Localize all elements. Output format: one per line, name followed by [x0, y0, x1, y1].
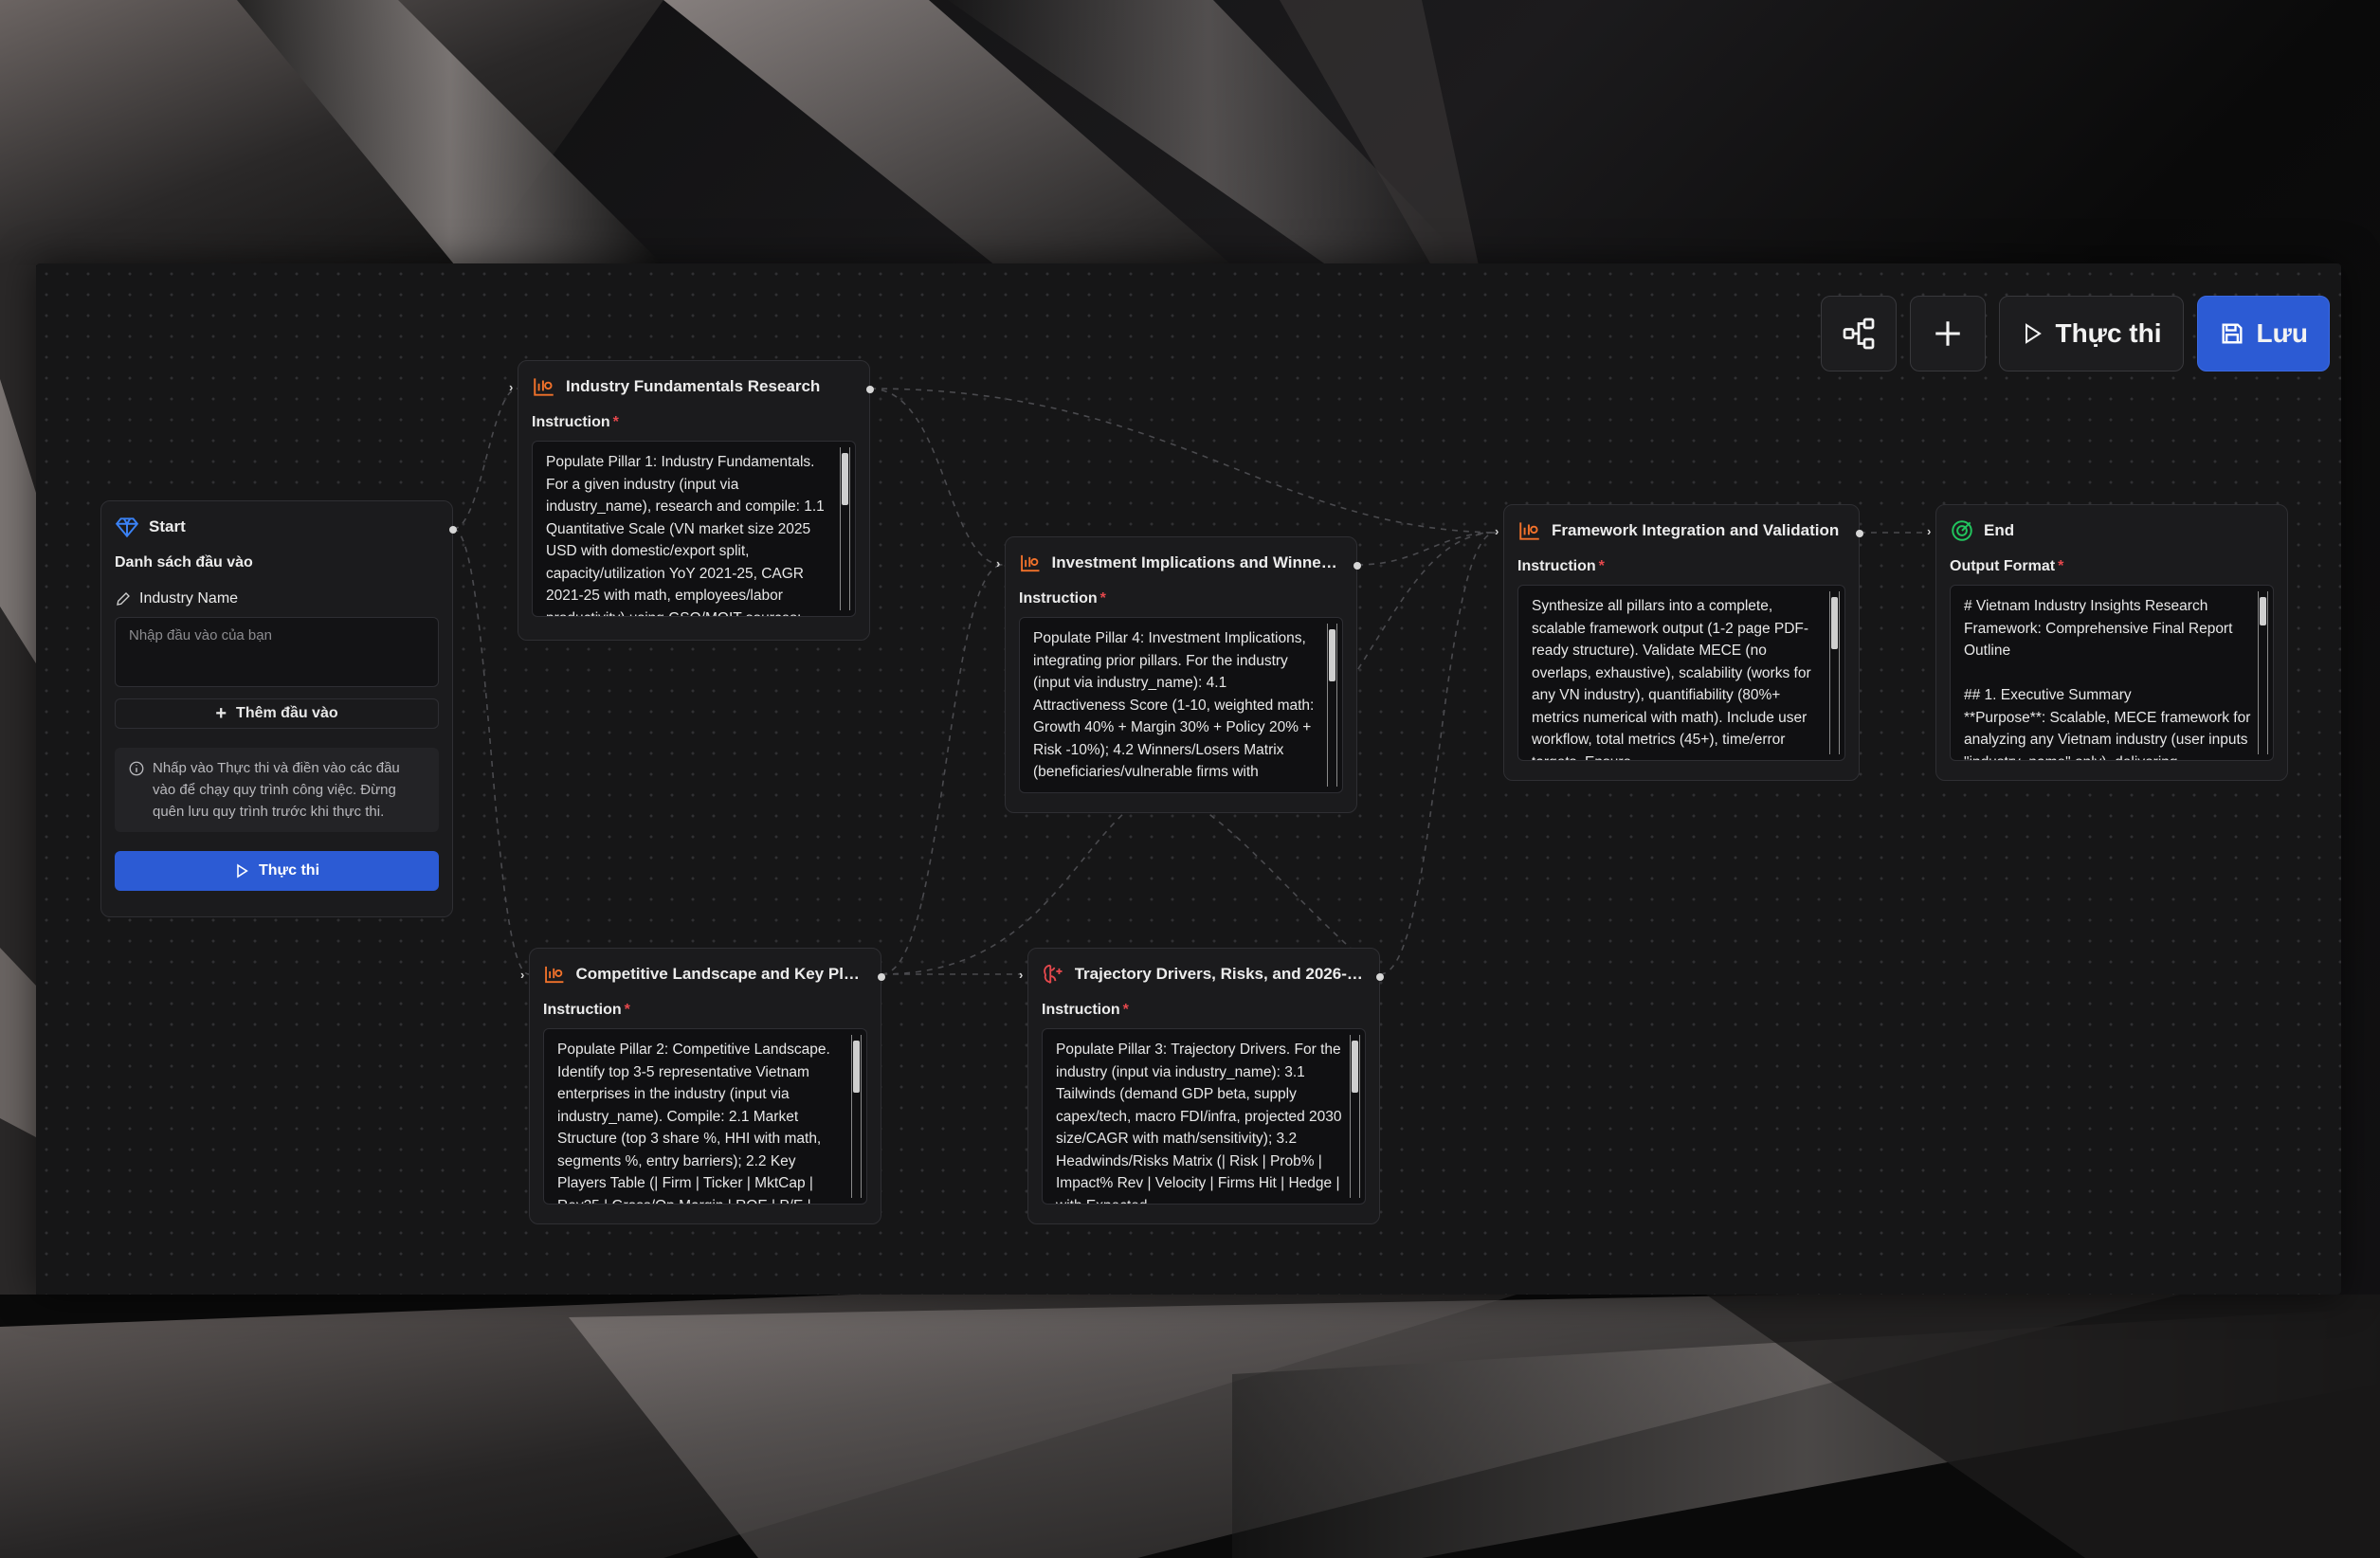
layout-tree-icon — [1844, 317, 1875, 350]
pencil-icon — [117, 592, 130, 606]
target-icon — [1952, 520, 1972, 541]
run-workflow-button[interactable]: Thực thi — [1999, 296, 2184, 371]
input-handle[interactable]: › — [1927, 524, 1931, 538]
scrollbar[interactable] — [2258, 591, 2268, 754]
node-industry-fundamentals[interactable]: Industry Fundamentals Research Instructi… — [509, 360, 874, 641]
instruction-textarea[interactable]: Populate Pillar 1: Industry Fundamentals… — [532, 441, 856, 617]
node-title: Framework Integration and Validation — [1552, 521, 1840, 539]
start-output-handle[interactable] — [449, 526, 457, 534]
brain-icon — [1044, 964, 1063, 984]
edge-fundamentals-investment — [869, 388, 1004, 566]
canvas-toolbar: Thực thi Lưu — [1821, 296, 2330, 371]
output-handle[interactable] — [866, 386, 874, 393]
input-handle[interactable]: › — [1495, 524, 1499, 538]
input-handle[interactable]: › — [520, 968, 524, 982]
run-hint-text: Nhấp vào Thực thi và điền vào các đầu và… — [153, 760, 400, 820]
node-title: Industry Fundamentals Research — [566, 377, 821, 395]
llm-chart-icon — [1519, 522, 1539, 540]
plus-icon — [1935, 321, 1961, 346]
output-format-label: Output Format * — [1950, 558, 2064, 574]
output-handle[interactable] — [878, 973, 885, 981]
start-node[interactable]: Start Danh sách đầu vào Industry Name Nh… — [100, 500, 457, 917]
node-header: Competitive Landscape and Key Players — [543, 962, 867, 987]
llm-chart-icon — [1021, 554, 1040, 572]
output-format-textarea[interactable]: # Vietnam Industry Insights Research Fra… — [1950, 585, 2274, 761]
scrollbar[interactable] — [840, 447, 850, 610]
plus-icon: + — [215, 702, 227, 724]
instruction-textarea[interactable]: Populate Pillar 4: Investment Implicatio… — [1019, 617, 1343, 793]
output-handle[interactable] — [1856, 530, 1863, 537]
instruction-label: Instruction * — [1517, 558, 1605, 574]
save-icon — [2222, 323, 2243, 344]
run-hint: Nhấp vào Thực thi và điền vào các đầu và… — [115, 748, 439, 832]
workflow-canvas[interactable]: Thực thi Lưu Start Danh sách đầu vào Ind… — [36, 263, 2341, 1295]
start-node-title: Start — [149, 517, 186, 535]
node-header: Investment Implications and Winners/Lo — [1019, 551, 1343, 575]
instruction-label: Instruction * — [532, 414, 619, 430]
run-workflow-label: Thực thi — [2055, 318, 2162, 348]
scrollbar[interactable] — [1327, 624, 1337, 787]
node-trajectory-drivers[interactable]: Trajectory Drivers, Risks, and 2026-2030… — [1019, 948, 1384, 1224]
save-workflow-button[interactable]: Lưu — [2196, 296, 2330, 371]
node-framework-integration[interactable]: Framework Integration and Validation Ins… — [1495, 504, 1863, 781]
llm-chart-icon — [534, 378, 554, 396]
output-handle[interactable] — [1376, 973, 1384, 981]
add-input-button[interactable]: + Thêm đầu vào — [115, 698, 439, 729]
industry-name-label: Industry Name — [115, 590, 439, 607]
industry-name-input[interactable]: Nhập đầu vào của bạn — [115, 617, 439, 687]
instruction-textarea[interactable]: Synthesize all pillars into a complete, … — [1517, 585, 1845, 761]
node-title: Competitive Landscape and Key Players — [575, 965, 867, 983]
industry-name-text: Industry Name — [139, 590, 239, 607]
edge-start-fundamentals — [452, 388, 518, 530]
node-competitive-landscape[interactable]: Competitive Landscape and Key Players In… — [520, 948, 885, 1224]
node-header: End — [1950, 518, 2274, 543]
node-header: Framework Integration and Validation — [1517, 518, 1845, 543]
play-icon — [2026, 323, 2043, 344]
start-node-header: Start — [115, 515, 439, 539]
add-node-button[interactable] — [1910, 296, 1987, 371]
scrollbar[interactable] — [1829, 591, 1840, 754]
node-header: Trajectory Drivers, Risks, and 2026-2030 — [1042, 962, 1366, 987]
edge-trajectory-framework — [1379, 532, 1497, 975]
input-handle[interactable]: › — [509, 380, 513, 394]
node-title: Trajectory Drivers, Risks, and 2026-2030 — [1074, 965, 1366, 983]
instruction-label: Instruction * — [1019, 590, 1106, 607]
info-icon — [129, 761, 144, 776]
end-node[interactable]: End Output Format * # Vietnam Industry In… — [1927, 504, 2288, 781]
start-run-label: Thực thi — [258, 862, 320, 879]
llm-chart-icon — [545, 966, 564, 984]
node-header: Industry Fundamentals Research — [532, 374, 856, 399]
instruction-label: Instruction * — [543, 1002, 630, 1018]
edge-fundamentals-framework — [869, 388, 1497, 534]
diamond-icon — [115, 517, 139, 538]
input-list-heading: Danh sách đầu vào — [115, 554, 253, 571]
scrollbar[interactable] — [1350, 1035, 1360, 1198]
output-handle[interactable] — [1354, 562, 1361, 570]
save-workflow-label: Lưu — [2256, 318, 2308, 348]
instruction-textarea[interactable]: Populate Pillar 3: Trajectory Drivers. F… — [1042, 1028, 1366, 1205]
node-investment-implications[interactable]: Investment Implications and Winners/Lo I… — [996, 536, 1361, 813]
edge-investment-framework — [1356, 532, 1497, 566]
input-handle[interactable]: › — [996, 556, 1000, 571]
auto-layout-button[interactable] — [1821, 296, 1898, 371]
input-handle[interactable]: › — [1019, 968, 1023, 982]
edge-competitive-investment — [881, 564, 1004, 975]
start-run-button[interactable]: Thực thi — [115, 851, 439, 891]
node-title: Investment Implications and Winners/Lo — [1051, 553, 1343, 571]
play-icon — [237, 863, 248, 879]
instruction-label: Instruction * — [1042, 1002, 1129, 1018]
add-input-label: Thêm đầu vào — [236, 705, 338, 721]
node-title: End — [1984, 521, 2015, 539]
instruction-textarea[interactable]: Populate Pillar 2: Competitive Landscape… — [543, 1028, 867, 1205]
scrollbar[interactable] — [851, 1035, 862, 1198]
